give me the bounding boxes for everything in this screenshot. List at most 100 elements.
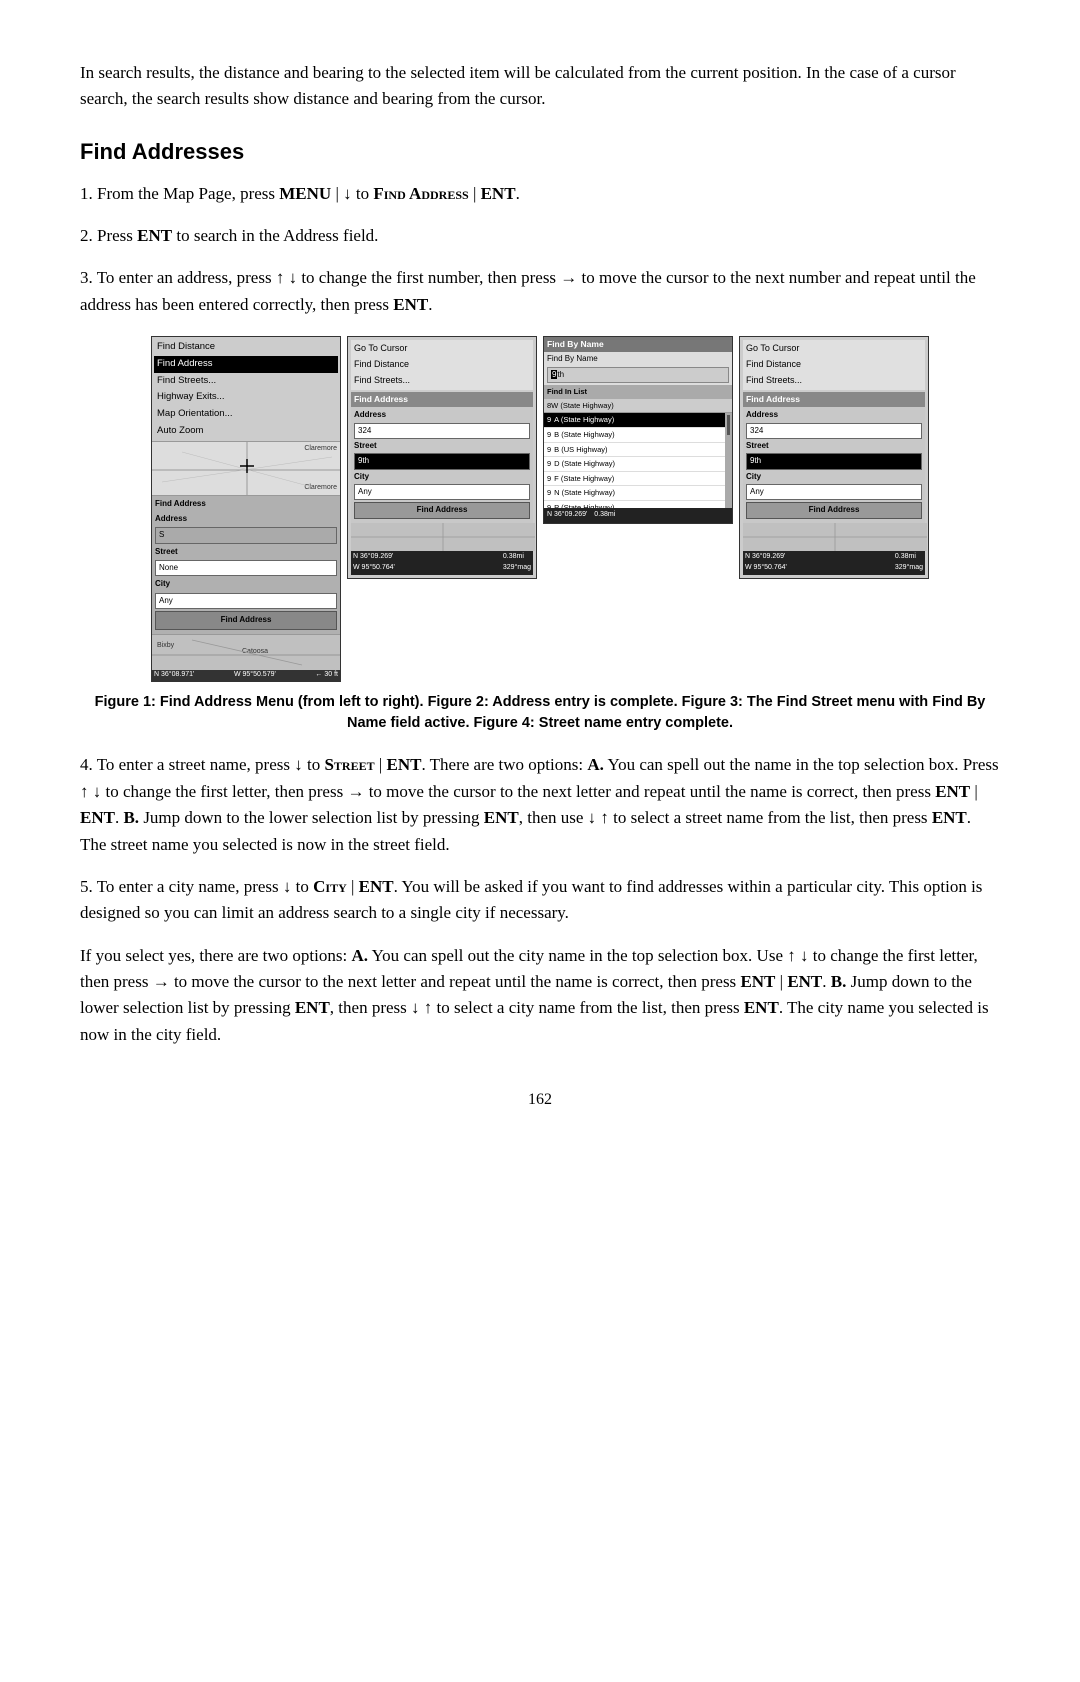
- fig1-menu: Find Distance Find Address Find Streets.…: [152, 337, 340, 441]
- fig1-street-label: Street: [155, 546, 337, 558]
- fig1-item-find-streets: Find Streets...: [154, 373, 338, 390]
- fig3-top-bar: Find By Name: [544, 337, 732, 352]
- fig4-street-label: Street: [746, 440, 922, 452]
- step-5-city: City: [313, 877, 347, 896]
- fig3-list-item-3: 9D (State Highway): [544, 457, 732, 472]
- section-title: Find Addresses: [80, 135, 1000, 169]
- figure-1: Find Distance Find Address Find Streets.…: [151, 336, 341, 682]
- fig3-find-row: Find By Name 9th: [544, 352, 732, 385]
- fig4-find-streets: Find Streets...: [746, 373, 922, 389]
- fig4-section: Address 324 Street 9th City Any Find Add…: [743, 407, 925, 523]
- step-1-find-address: Find Address: [373, 184, 468, 203]
- figure-caption: Figure 1: Find Address Menu (from left t…: [80, 692, 1000, 734]
- fig1-item-map-orient: Map Orientation...: [154, 406, 338, 423]
- step-1-menu: MENU: [279, 184, 331, 203]
- fig3-coords: N 36°09.269' 0.38mi: [544, 508, 732, 523]
- fig1-address-section: Find Address Address S Street None City …: [152, 496, 340, 633]
- fig1-mini-svg: Bixby Catoosa: [152, 635, 341, 670]
- fig3-list-item-4: 9F (State Highway): [544, 472, 732, 487]
- fig2-go-to: Go To Cursor Find Distance Find Streets.…: [351, 340, 533, 390]
- fig3-list-item-1: 9B (State Highway): [544, 428, 732, 443]
- fig3-list-item-0: 9A (State Highway): [544, 413, 732, 428]
- step-3-text: 3. To enter an address, press ↑ ↓ to cha…: [80, 268, 976, 313]
- fig4-address-label: Address: [746, 409, 922, 421]
- fig1-item-find-addr: Find Address: [154, 356, 338, 373]
- step-4-num: 4. To enter a street name, press ↓ to: [80, 755, 324, 774]
- fig1-coord2: W 95°50.579': [234, 670, 276, 681]
- fig4-coord3: 0.38mi: [895, 552, 923, 563]
- fig4-coords: N 36°09.269' W 95°50.764' 0.38mi 329°mag: [743, 551, 925, 575]
- fig2-coords: N 36°09.269' W 95°50.764' 0.38mi 329°mag: [351, 551, 533, 575]
- figure-2: Go To Cursor Find Distance Find Streets.…: [347, 336, 537, 578]
- step-4-ent4: ENT: [484, 808, 519, 827]
- fig2-mini-svg: [351, 523, 535, 551]
- fig3-list-item-6: 9P (State Highway): [544, 501, 732, 508]
- fig1-street-field: None: [155, 560, 337, 576]
- step-4-ent3: ENT: [80, 808, 115, 827]
- fig2-city-value: Any: [354, 484, 530, 500]
- fig4-coord2: W 95°50.764': [745, 563, 787, 574]
- fig3-coord1: N 36°09.269': [547, 511, 587, 518]
- figures-container: Find Distance Find Address Find Streets.…: [80, 336, 1000, 682]
- step-5-ent: ENT: [359, 877, 394, 896]
- fig3-coord2: 0.38mi: [594, 511, 615, 518]
- fig3-cursor: 9: [551, 370, 557, 379]
- fig2-address-value: 324: [354, 423, 530, 439]
- figure-3: Find By Name Find By Name 9th Find In Li…: [543, 336, 733, 524]
- step-2-rest: to search in the Address field.: [172, 226, 378, 245]
- fig2-inner: Go To Cursor Find Distance Find Streets.…: [348, 337, 536, 577]
- fig3-list-header: Find In List: [544, 385, 732, 399]
- fig1-address-field: S: [155, 527, 337, 543]
- step-5-num: 5. To enter a city name, press ↓ to: [80, 877, 313, 896]
- fig4-find-addr-bar: Find Address: [743, 392, 925, 407]
- fig2-find-addr-bar: Find Address: [351, 392, 533, 407]
- fig4-address-value: 324: [746, 423, 922, 439]
- fig3-find-label: Find By Name: [547, 353, 729, 365]
- figure-4: Go To Cursor Find Distance Find Streets.…: [739, 336, 929, 578]
- step-1-ent: ENT: [481, 184, 516, 203]
- fig2-find-streets: Find Streets...: [354, 373, 530, 389]
- fig2-go-cursor: Go To Cursor: [354, 341, 530, 357]
- fig4-coord4: 329°mag: [895, 563, 923, 574]
- fig1-minimap: Bixby Catoosa: [152, 634, 340, 669]
- step-4-ent1: ENT: [387, 755, 422, 774]
- fig3-subheader: 8W (State Highway): [544, 399, 732, 414]
- fig2-find-dist: Find Distance: [354, 357, 530, 373]
- fig2-street-label: Street: [354, 440, 530, 452]
- fig1-city-field: Any: [155, 593, 337, 609]
- fig2-city-label: City: [354, 471, 530, 483]
- svg-text:Bixby: Bixby: [157, 642, 175, 649]
- fig2-coords-left: N 36°09.269' W 95°50.764': [353, 552, 395, 574]
- fig2-coord2: W 95°50.764': [353, 563, 395, 574]
- step-2-text: 2. Press: [80, 226, 137, 245]
- step-3-ent: ENT: [393, 295, 428, 314]
- fig4-find-btn: Find Address: [746, 502, 922, 518]
- fig4-find-dist: Find Distance: [746, 357, 922, 373]
- step-4-street: Street: [324, 755, 374, 774]
- fig3-list-item-5: 9N (State Highway): [544, 486, 732, 501]
- step-2-ent: ENT: [137, 226, 172, 245]
- fig2-street-value: 9th: [354, 453, 530, 469]
- fig4-mini-svg: [743, 523, 927, 551]
- fig3-scrollbar-thumb: [727, 415, 730, 435]
- fig4-coord1: N 36°09.269': [745, 552, 787, 563]
- fig2-address-label: Address: [354, 409, 530, 421]
- step-2: 2. Press ENT to search in the Address fi…: [80, 223, 1000, 249]
- last-paragraph: If you select yes, there are two options…: [80, 943, 1000, 1048]
- fig4-city-value: Any: [746, 484, 922, 500]
- fig4-go-cursor: Go To Cursor: [746, 341, 922, 357]
- fig1-city-label: City: [155, 578, 337, 590]
- fig1-coord1: N 36°08.971': [154, 670, 194, 681]
- fig1-coord3: ← 30 ft: [315, 670, 338, 681]
- fig3-scrollbar: [725, 413, 732, 508]
- fig4-minimap: [743, 523, 925, 551]
- fig3-search-field: 9th: [547, 367, 729, 383]
- fig1-item-auto-zoom: Auto Zoom: [154, 423, 338, 440]
- fig3-inner: Find By Name Find By Name 9th Find In Li…: [544, 337, 732, 523]
- step-4: 4. To enter a street name, press ↓ to St…: [80, 752, 1000, 857]
- fig2-coord1: N 36°09.269': [353, 552, 395, 563]
- step-4-ent2: ENT: [935, 782, 970, 801]
- fig3-list-item-2: 9B (US Highway): [544, 443, 732, 458]
- fig2-coord4: 329°mag: [503, 563, 531, 574]
- fig1-map: Claremore Claremore: [152, 441, 340, 496]
